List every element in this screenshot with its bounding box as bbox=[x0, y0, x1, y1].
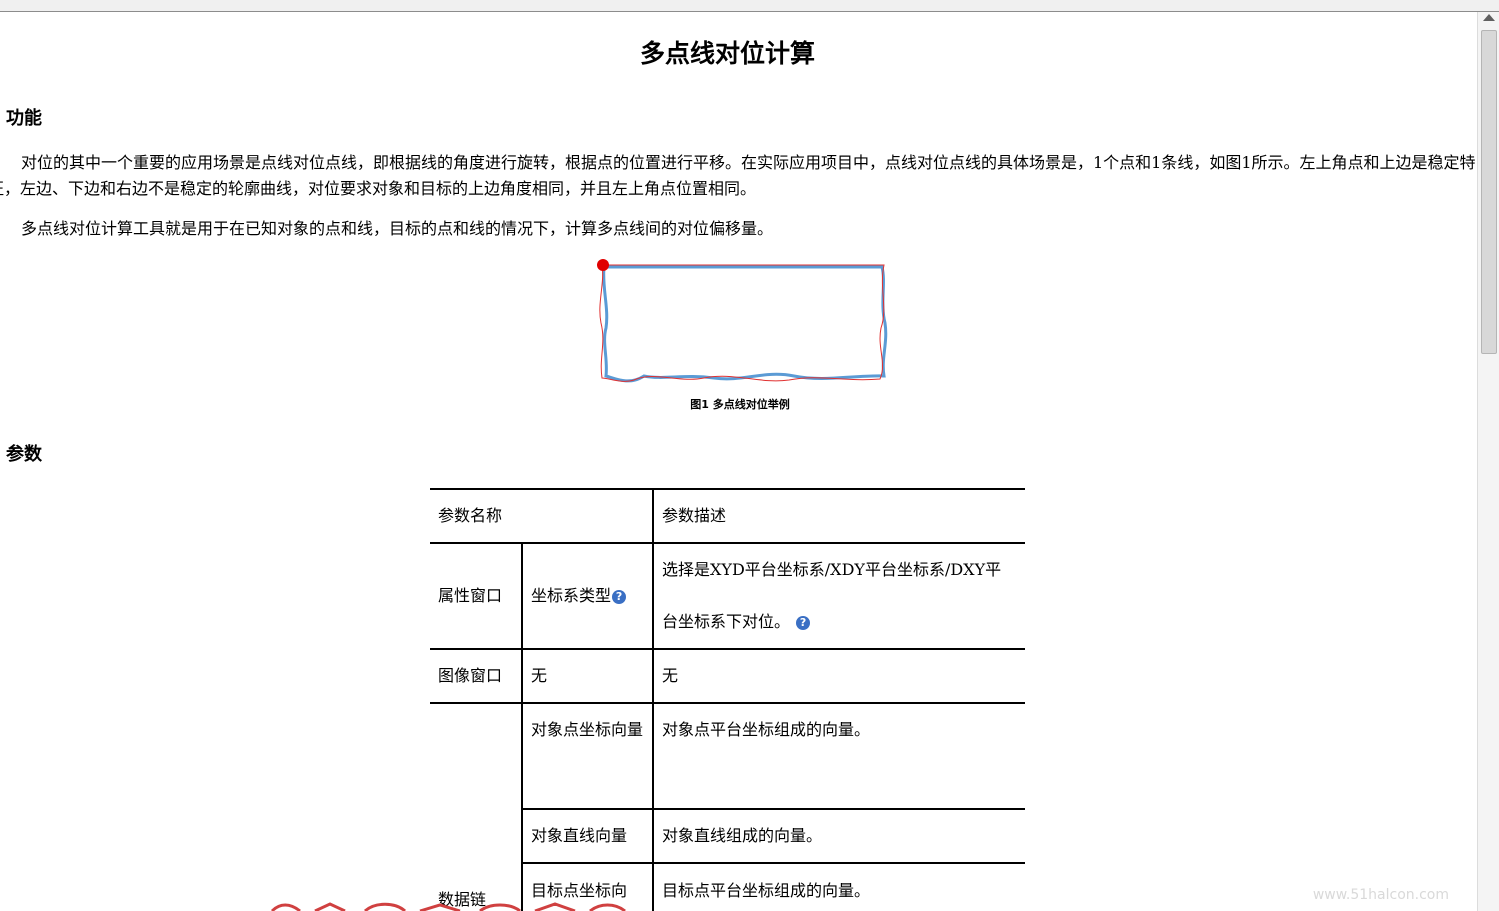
header-param-desc: 参数描述 bbox=[653, 488, 1025, 543]
param-desc-cell: 对象点平台坐标组成的向量。 bbox=[653, 702, 1025, 809]
param-name-cell: 坐标系类型? bbox=[522, 542, 654, 649]
table-row: 属性窗口 坐标系类型? 选择是XYD平台坐标系/XDY平台坐标系/DXY平台坐标… bbox=[430, 542, 1025, 649]
paragraph-scenario: 对位的其中一个重要的应用场景是点线对位点线，即根据线的角度进行旋转，根据点的位置… bbox=[0, 153, 1476, 198]
param-name-text: 坐标系类型 bbox=[531, 586, 612, 605]
watermark-text: www.51halcon.com bbox=[1312, 887, 1449, 903]
section-heading-params: 参数 bbox=[6, 444, 42, 465]
param-desc-cell: 选择是XYD平台坐标系/XDY平台坐标系/DXY平台坐标系下对位。 ? bbox=[653, 542, 1025, 649]
document-content: 多点线对位计算 功能 对位的其中一个重要的应用场景是点线对位点线，即根据线的角度… bbox=[0, 12, 1477, 911]
table-row: 图像窗口 无 无 bbox=[430, 648, 1025, 703]
param-group-cell: 属性窗口 bbox=[430, 542, 523, 649]
param-name-cell: 无 bbox=[522, 648, 654, 703]
key-point-marker bbox=[597, 259, 609, 271]
section-heading-function: 功能 bbox=[6, 108, 42, 129]
param-name-cell: 对象直线向量 bbox=[522, 808, 654, 863]
window-top-bar bbox=[0, 0, 1499, 12]
param-group-cell: 数据链 bbox=[430, 702, 523, 911]
param-name-cell: 对象点坐标向量 bbox=[522, 702, 654, 809]
vertical-scrollbar[interactable] bbox=[1477, 12, 1499, 911]
scroll-up-arrow-icon[interactable] bbox=[1483, 14, 1495, 21]
param-desc-cell: 目标点平台坐标组成的向量。 bbox=[653, 862, 1025, 911]
paragraph-tool-purpose: 多点线对位计算工具就是用于在已知对象的点和线，目标的点和线的情况下，计算多点线间… bbox=[21, 219, 774, 238]
table-header-row: 参数名称 参数描述 bbox=[430, 488, 1025, 543]
help-icon[interactable]: ? bbox=[796, 615, 811, 630]
param-group-cell: 图像窗口 bbox=[430, 648, 523, 703]
red-handwriting-fragment bbox=[270, 902, 626, 911]
parameters-table: 参数名称 参数描述 属性窗口 坐标系类型? 选择是XYD平台坐标系/XDY平台坐… bbox=[430, 488, 1025, 911]
header-param-name: 参数名称 bbox=[430, 488, 654, 543]
table-row: 数据链 对象点坐标向量 对象点平台坐标组成的向量。 bbox=[430, 702, 1025, 911]
object-outline bbox=[602, 265, 888, 383]
figure-point-line-alignment bbox=[597, 259, 888, 383]
param-desc-cell: 无 bbox=[653, 648, 1025, 703]
page-title: 多点线对位计算 bbox=[639, 39, 815, 68]
param-desc-cell: 对象直线组成的向量。 bbox=[653, 808, 1025, 863]
param-desc-text: 选择是XYD平台坐标系/XDY平台坐标系/DXY平台坐标系下对位。 bbox=[662, 560, 1002, 631]
figure-caption: 图1 多点线对位举例 bbox=[690, 398, 790, 411]
help-icon[interactable]: ? bbox=[612, 589, 627, 604]
scrollbar-thumb[interactable] bbox=[1481, 30, 1497, 354]
target-outline bbox=[599, 264, 885, 382]
